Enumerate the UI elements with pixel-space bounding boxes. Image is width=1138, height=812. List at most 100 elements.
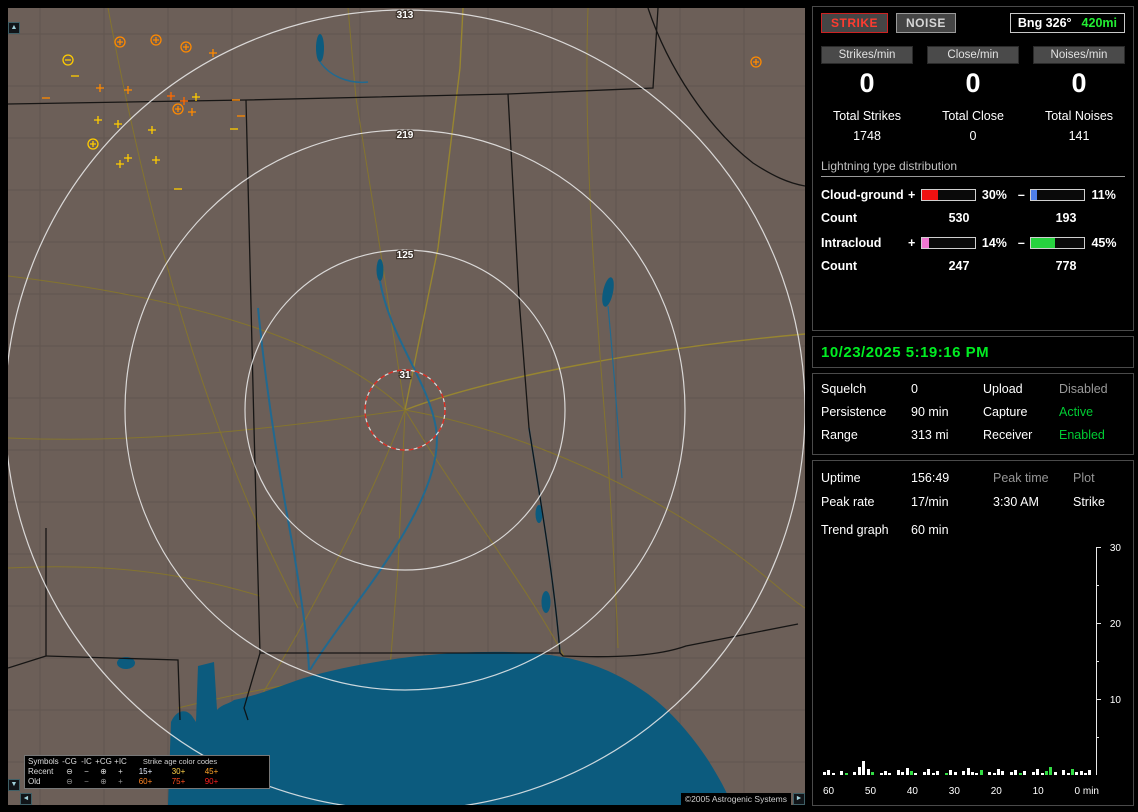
trend-bar: [880, 773, 883, 775]
trend-bar: [901, 772, 904, 775]
trend-bar: [832, 773, 835, 775]
trend-bar: [1001, 771, 1004, 775]
y-tick-15: [1096, 661, 1099, 662]
trend-bar: [988, 772, 991, 775]
status-sidebar: STRIKE NOISE Bng 326° 420mi Strikes/min …: [812, 6, 1134, 806]
noises-per-min-value: 0: [1033, 68, 1125, 99]
total-strikes-value: 1748: [821, 129, 913, 143]
cg-negative-bar: [1030, 189, 1085, 201]
copyright-text: ©2005 Astrogenic Systems: [681, 793, 791, 805]
upload-label: Upload: [983, 382, 1059, 396]
cg-negative-count: 193: [1011, 211, 1121, 225]
peak-rate-label: Peak rate: [821, 495, 911, 509]
y-tick-30: [1096, 547, 1101, 548]
ic-positive-pct: 14%: [979, 236, 1016, 250]
x-label-30: 30: [949, 786, 960, 797]
trend-bar: [853, 772, 856, 775]
peak-rate-value: 17/min: [911, 495, 993, 509]
trend-bar: [1088, 770, 1091, 775]
trend-label-row: Trend graph 60 min: [821, 523, 1125, 537]
trend-bar: [867, 769, 870, 775]
trend-bar: [823, 772, 826, 775]
range-ring-label: 125: [397, 250, 414, 261]
trend-bar: [1036, 769, 1039, 775]
trend-bar: [1062, 770, 1065, 775]
close-per-min-button[interactable]: Close/min: [927, 46, 1019, 64]
trend-bar: [1010, 772, 1013, 775]
y-label-10: 10: [1110, 695, 1121, 706]
legend-col-neg-cg: -CG: [61, 757, 78, 767]
trend-bar: [962, 771, 965, 775]
trend-bar: [1032, 772, 1035, 775]
age-75-label: 75+: [162, 777, 195, 787]
trend-bar: [1041, 773, 1044, 775]
trend-bar: [845, 773, 848, 775]
count-label: Count: [821, 259, 907, 273]
uptime-value: 156:49: [911, 471, 993, 485]
strikes-per-min-value: 0: [821, 68, 913, 99]
range-ring-label: 313: [397, 10, 414, 21]
lightning-map[interactable]: 31321912531: [8, 8, 805, 805]
datetime-readout: 10/23/2025 5:19:16 PM: [821, 344, 989, 361]
y-tick-10: [1096, 699, 1101, 700]
total-noises-label: Total Noises: [1033, 109, 1125, 123]
noises-per-min-button[interactable]: Noises/min: [1033, 46, 1125, 64]
plot-value: Strike: [1073, 495, 1125, 509]
scroll-right-arrow-icon[interactable]: ►: [793, 793, 805, 805]
trend-bar: [949, 770, 952, 775]
map-vertical-scrollbar[interactable]: ▲ ▼: [8, 22, 20, 791]
trend-bar: [1019, 773, 1022, 775]
trend-bar: [927, 769, 930, 775]
ic-negative-pct: 45%: [1088, 236, 1125, 250]
trend-bar: [1023, 771, 1026, 775]
squelch-label: Squelch: [821, 382, 911, 396]
map-panel[interactable]: 31321912531 ▲ ▼ ◄ ► Symbols -CG -IC +CG …: [8, 8, 805, 805]
scroll-left-arrow-icon[interactable]: ◄: [20, 793, 32, 805]
close-per-min-value: 0: [927, 68, 1019, 99]
pos-ic-symbol-icon: +: [112, 777, 129, 787]
neg-cg-symbol-icon: ⊖: [61, 777, 78, 787]
plus-sign: +: [906, 188, 918, 202]
legend-symbols-title: Symbols: [28, 757, 61, 767]
x-label-50: 50: [865, 786, 876, 797]
x-label-20: 20: [991, 786, 1002, 797]
neg-ic-symbol-icon: −: [78, 777, 95, 787]
settings-section: Squelch 0 Upload Disabled Persistence 90…: [812, 373, 1134, 455]
ic-negative-bar-fill: [1031, 238, 1055, 248]
x-label-10: 10: [1033, 786, 1044, 797]
legend-col-pos-ic: +IC: [112, 757, 129, 767]
pos-cg-symbol-icon: ⊕: [95, 767, 112, 777]
range-ring-label: 31: [399, 370, 411, 381]
strikes-per-min-button[interactable]: Strikes/min: [821, 46, 913, 64]
range-label: Range: [821, 428, 911, 442]
status-grid: Uptime 156:49 Peak time Plot Peak rate 1…: [821, 471, 1125, 509]
scroll-down-arrow-icon[interactable]: ▼: [8, 779, 20, 791]
squelch-value: 0: [911, 382, 983, 396]
minus-sign: –: [1015, 188, 1027, 202]
noise-mode-button[interactable]: NOISE: [896, 13, 956, 33]
trend-bar: [884, 771, 887, 775]
trend-bar: [858, 767, 861, 775]
intracloud-count-row: Count 247 778: [821, 259, 1125, 273]
ic-negative-bar: [1030, 237, 1085, 249]
total-close-label: Total Close: [927, 109, 1019, 123]
strike-mode-button[interactable]: STRIKE: [821, 13, 888, 33]
scroll-up-arrow-icon[interactable]: ▲: [8, 22, 20, 34]
trend-bar: [827, 770, 830, 775]
ic-negative-count: 778: [1011, 259, 1121, 273]
legend-age-title: Strike age color codes: [129, 757, 231, 767]
trend-bar: [906, 768, 909, 775]
y-label-30: 30: [1110, 543, 1121, 554]
cg-negative-pct: 11%: [1088, 188, 1125, 202]
trend-bar: [997, 769, 1000, 775]
persistence-label: Persistence: [821, 405, 911, 419]
intracloud-label: Intracloud: [821, 236, 906, 250]
trend-bar: [1071, 769, 1074, 775]
legend-col-neg-ic: -IC: [78, 757, 95, 767]
trend-graph: 30 20 10 60 50 40 30 20 10 0 min: [821, 547, 1125, 799]
datetime-section: 10/23/2025 5:19:16 PM: [812, 336, 1134, 368]
trend-bar: [888, 773, 891, 775]
plus-sign: +: [906, 236, 918, 250]
legend-col-pos-cg: +CG: [95, 757, 112, 767]
minus-sign: –: [1015, 236, 1027, 250]
